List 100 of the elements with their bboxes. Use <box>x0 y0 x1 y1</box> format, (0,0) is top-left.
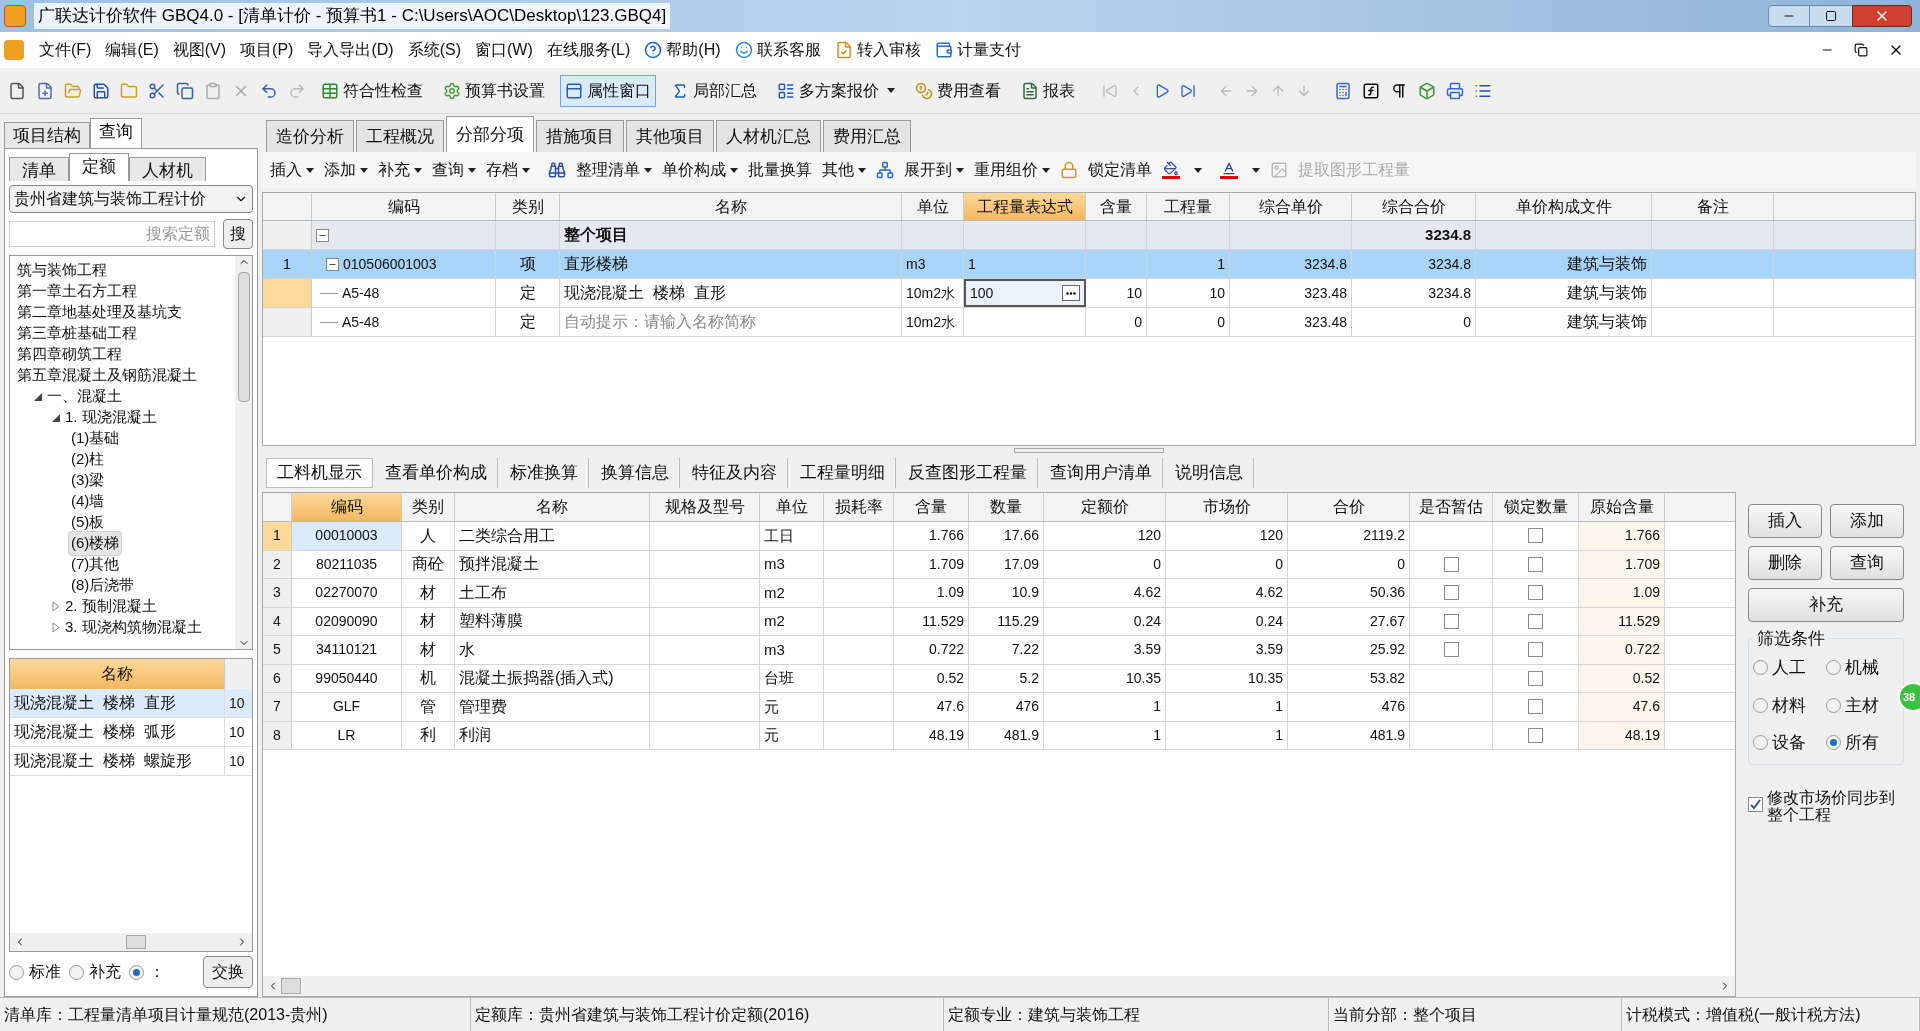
row-header[interactable]: 7 <box>263 693 292 721</box>
toolbar-button[interactable]: 费用查看 <box>910 74 1006 107</box>
tab[interactable]: 说明信息 <box>1165 458 1254 488</box>
toolbar-button[interactable]: 其他 <box>822 158 866 182</box>
toolbar-button[interactable]: 整理清单 <box>576 158 652 182</box>
tab[interactable]: 工程量明细 <box>790 458 896 488</box>
action-button[interactable]: 添加 <box>1830 504 1904 538</box>
menu-item[interactable]: 联系客服 <box>727 38 828 62</box>
menu-item[interactable]: 视图(V) <box>165 38 234 62</box>
toolbar-button[interactable]: 补充 <box>378 158 422 182</box>
action-button[interactable]: 插入 <box>1748 504 1822 538</box>
maximize-button[interactable] <box>1810 5 1852 27</box>
function-icon[interactable] <box>1362 81 1380 100</box>
tab[interactable]: 反查图形工程量 <box>898 458 1038 488</box>
new-project-icon[interactable] <box>36 81 54 100</box>
radio-button[interactable] <box>1826 660 1841 676</box>
cube-icon[interactable] <box>1418 81 1436 100</box>
row-header[interactable]: 8 <box>263 721 292 749</box>
list-row[interactable]: 现浇混凝土 楼梯 直形 10 <box>10 689 252 718</box>
new-file-icon[interactable] <box>8 81 26 100</box>
toolbar-button[interactable]: 局部汇总 <box>666 74 762 107</box>
tree-item[interactable]: (6)楼梯 <box>68 531 123 556</box>
tab[interactable]: 工程概况 <box>356 120 444 152</box>
checkbox[interactable] <box>1528 699 1543 715</box>
menu-item[interactable]: 导入导出(D) <box>300 38 401 62</box>
list-row[interactable]: 现浇混凝土 楼梯 弧形 10 <box>10 718 252 747</box>
radio-button[interactable] <box>1753 735 1768 751</box>
menu-item[interactable]: 窗口(W) <box>467 38 540 62</box>
tab[interactable]: 查看单价构成 <box>375 458 498 488</box>
collapse-toggle[interactable] <box>316 228 329 242</box>
collapse-toggle[interactable] <box>326 257 339 271</box>
action-button[interactable]: 查询 <box>1830 546 1904 580</box>
toolbar-button[interactable]: 属性窗口 <box>560 74 656 107</box>
expand-toggle[interactable] <box>50 602 62 611</box>
pilcrow-icon[interactable] <box>1390 81 1408 100</box>
paste-icon[interactable] <box>204 81 222 100</box>
toolbar-button[interactable]: 预算书设置 <box>438 74 550 107</box>
tab[interactable]: 分部分项 <box>446 116 534 152</box>
expand-toggle[interactable] <box>50 413 62 422</box>
tab[interactable]: 查询用户清单 <box>1040 458 1163 488</box>
tab[interactable]: 工料机显示 <box>266 458 373 488</box>
toolbar-button[interactable]: 重用组价 <box>974 158 1050 182</box>
table-row[interactable]: 1 010506001003 项 直形楼梯 m3 1 1 3234.8 3234.8 建筑与装饰 <box>263 250 1915 279</box>
library-select[interactable]: 贵州省建筑与装饰工程计价 <box>9 185 253 213</box>
checkbox[interactable] <box>1528 528 1543 544</box>
menu-item[interactable]: 帮助(H) <box>637 38 728 62</box>
printer-icon[interactable] <box>1446 81 1464 100</box>
search-button[interactable]: 搜 <box>223 219 253 249</box>
scrollbar[interactable] <box>235 256 252 649</box>
panel-tab[interactable]: 人材机 <box>129 157 206 181</box>
scroll-thumb[interactable] <box>126 935 146 949</box>
checkbox[interactable] <box>1443 556 1459 572</box>
toolbar-button[interactable]: 展开到 <box>904 158 964 182</box>
checkbox[interactable] <box>1528 613 1543 629</box>
table-row[interactable]: A5-48 定 自动提示：请输入名称简称 10m2水 0 0 323.48 0 建筑与装饰 <box>263 308 1915 337</box>
radio-button[interactable] <box>9 964 24 980</box>
restore-icon[interactable] <box>1854 43 1868 57</box>
scroll-thumb[interactable] <box>281 978 301 994</box>
swap-button[interactable]: 交换 <box>203 956 253 988</box>
menu-item[interactable]: 编辑(E) <box>98 38 166 62</box>
caret-icon[interactable] <box>1194 167 1202 173</box>
table-row[interactable]: A5-48 定 现浇混凝土 楼梯 直形 10m2水 100 10 10 323.48 3234.8 建筑与装饰 <box>263 279 1915 308</box>
toolbar-button[interactable]: 报表 <box>1016 74 1080 107</box>
undo-icon[interactable] <box>260 81 278 100</box>
scrollbar[interactable] <box>10 933 252 951</box>
tab[interactable]: 特征及内容 <box>682 458 788 488</box>
caret-icon[interactable] <box>1252 167 1260 173</box>
last-icon[interactable] <box>1180 82 1196 99</box>
list-row[interactable]: 现浇混凝土 楼梯 螺旋形 10 <box>10 747 252 776</box>
folder-icon[interactable] <box>120 81 138 100</box>
table-row[interactable]: 整个项目 3234.8 <box>263 221 1915 250</box>
ellipsis-button[interactable] <box>1062 285 1080 301</box>
expression-field[interactable]: 100 <box>964 279 1086 307</box>
expand-toggle[interactable] <box>32 392 44 401</box>
radio-button[interactable] <box>1753 697 1768 713</box>
close-button[interactable] <box>1852 5 1912 27</box>
radio-button[interactable] <box>1826 735 1841 751</box>
toolbar-button[interactable]: 插入 <box>270 158 314 182</box>
panel-tab[interactable]: 定额 <box>69 153 129 181</box>
tab[interactable]: 人材机汇总 <box>716 120 821 152</box>
tab[interactable]: 其他项目 <box>626 120 714 152</box>
paint-bucket-icon[interactable] <box>1162 161 1180 179</box>
checkbox[interactable] <box>1748 796 1763 812</box>
tab[interactable]: 标准换算 <box>500 458 589 488</box>
action-button[interactable]: 删除 <box>1748 546 1822 580</box>
tab[interactable]: 换算信息 <box>591 458 680 488</box>
menu-item[interactable]: 计量支付 <box>927 38 1028 62</box>
tab[interactable]: 费用汇总 <box>823 120 911 152</box>
toolbar-button[interactable]: 批量换算 <box>748 158 812 182</box>
calculator-icon[interactable] <box>1334 81 1352 100</box>
radio-button[interactable] <box>69 964 84 980</box>
tab[interactable]: 造价分析 <box>266 120 354 152</box>
scrollbar[interactable] <box>263 976 1735 996</box>
radio-button[interactable] <box>1826 697 1841 713</box>
menu-item[interactable]: 在线服务(L) <box>539 38 638 62</box>
checkbox[interactable] <box>1443 642 1459 658</box>
open-folder-icon[interactable] <box>64 81 82 100</box>
scroll-thumb[interactable] <box>237 272 250 402</box>
checkbox[interactable] <box>1443 585 1459 601</box>
copy-icon[interactable] <box>176 81 194 100</box>
